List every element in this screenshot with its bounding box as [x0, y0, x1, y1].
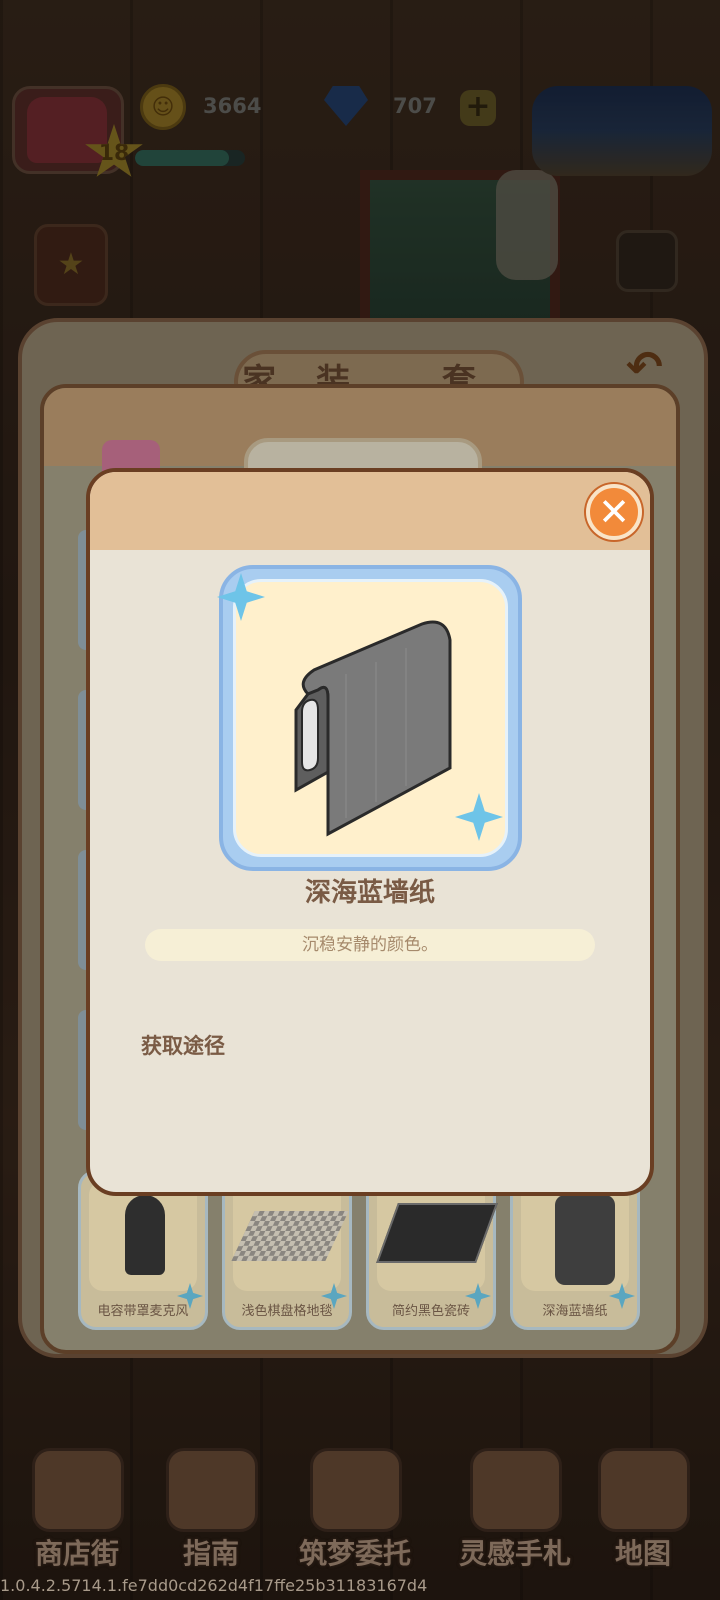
nav-label: 指南: [182, 1537, 239, 1570]
item-card-label: 深海蓝墙纸: [542, 1304, 608, 1319]
nav-commission[interactable]: 筑梦委托: [290, 1448, 420, 1588]
nav-guide[interactable]: 指南: [146, 1448, 276, 1588]
shop-icon: [32, 1448, 124, 1532]
guide-icon: [166, 1448, 258, 1532]
item-name: 深海蓝墙纸: [304, 878, 435, 908]
dialog-header: [90, 472, 650, 550]
obtain-method-label: 获取途径: [141, 1034, 225, 1058]
nav-shop[interactable]: 商店街: [12, 1448, 142, 1588]
nav-map[interactable]: 地图: [578, 1448, 708, 1588]
nav-label: 商店街: [34, 1537, 119, 1570]
commission-icon: [310, 1448, 402, 1532]
item-thumb: [89, 1181, 197, 1291]
build-version: 1.0.4.2.5714.1.fe7dd0cd262d4f17ffe25b311…: [0, 1576, 428, 1595]
item-thumb: [231, 1181, 349, 1291]
microphone-icon: [125, 1195, 165, 1275]
item-card-label: 简约黑色瓷砖: [391, 1304, 470, 1319]
item-thumb: [521, 1181, 629, 1291]
item-preview-frame: [217, 565, 522, 871]
map-icon: [598, 1448, 690, 1532]
nav-label: 地图: [614, 1537, 671, 1570]
item-thumb: [376, 1181, 498, 1291]
wallpaper-icon: [555, 1195, 615, 1285]
notebook-icon: [470, 1448, 562, 1532]
checker-rug-icon: [231, 1211, 349, 1261]
black-tile-icon: [376, 1203, 498, 1263]
item-card-label: 浅色棋盘格地毯: [241, 1304, 333, 1319]
nav-label: 筑梦委托: [298, 1537, 411, 1570]
nav-notebook[interactable]: 灵感手札: [450, 1448, 580, 1588]
wallpaper-icon: [294, 620, 452, 837]
item-card-label: 电容带罩麦克风: [97, 1304, 189, 1319]
close-button[interactable]: ✕: [586, 484, 642, 540]
nav-label: 灵感手札: [458, 1537, 571, 1570]
item-description: 沉稳安静的颜色。: [145, 929, 595, 961]
